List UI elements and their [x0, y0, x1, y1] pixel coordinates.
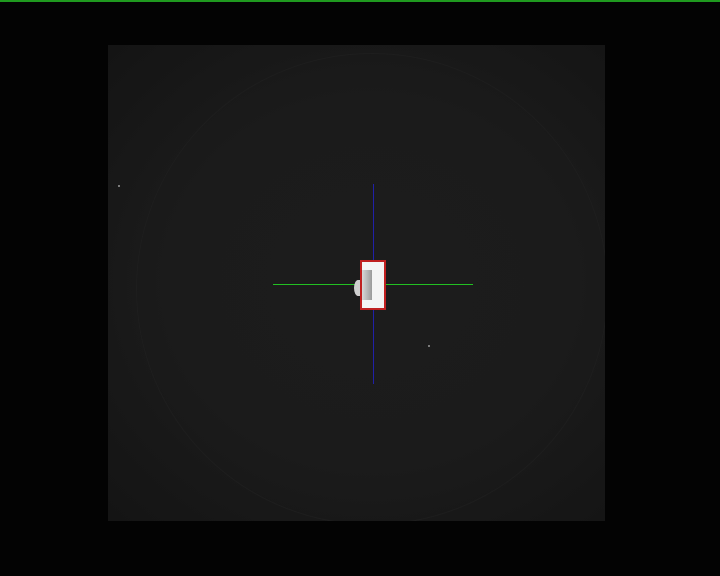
- camera-viewport: [0, 0, 720, 576]
- status-bar: [0, 0, 720, 2]
- noise-speck: [428, 345, 430, 347]
- noise-speck: [118, 185, 120, 187]
- target-spot: [362, 270, 372, 300]
- target-box[interactable]: [360, 260, 386, 310]
